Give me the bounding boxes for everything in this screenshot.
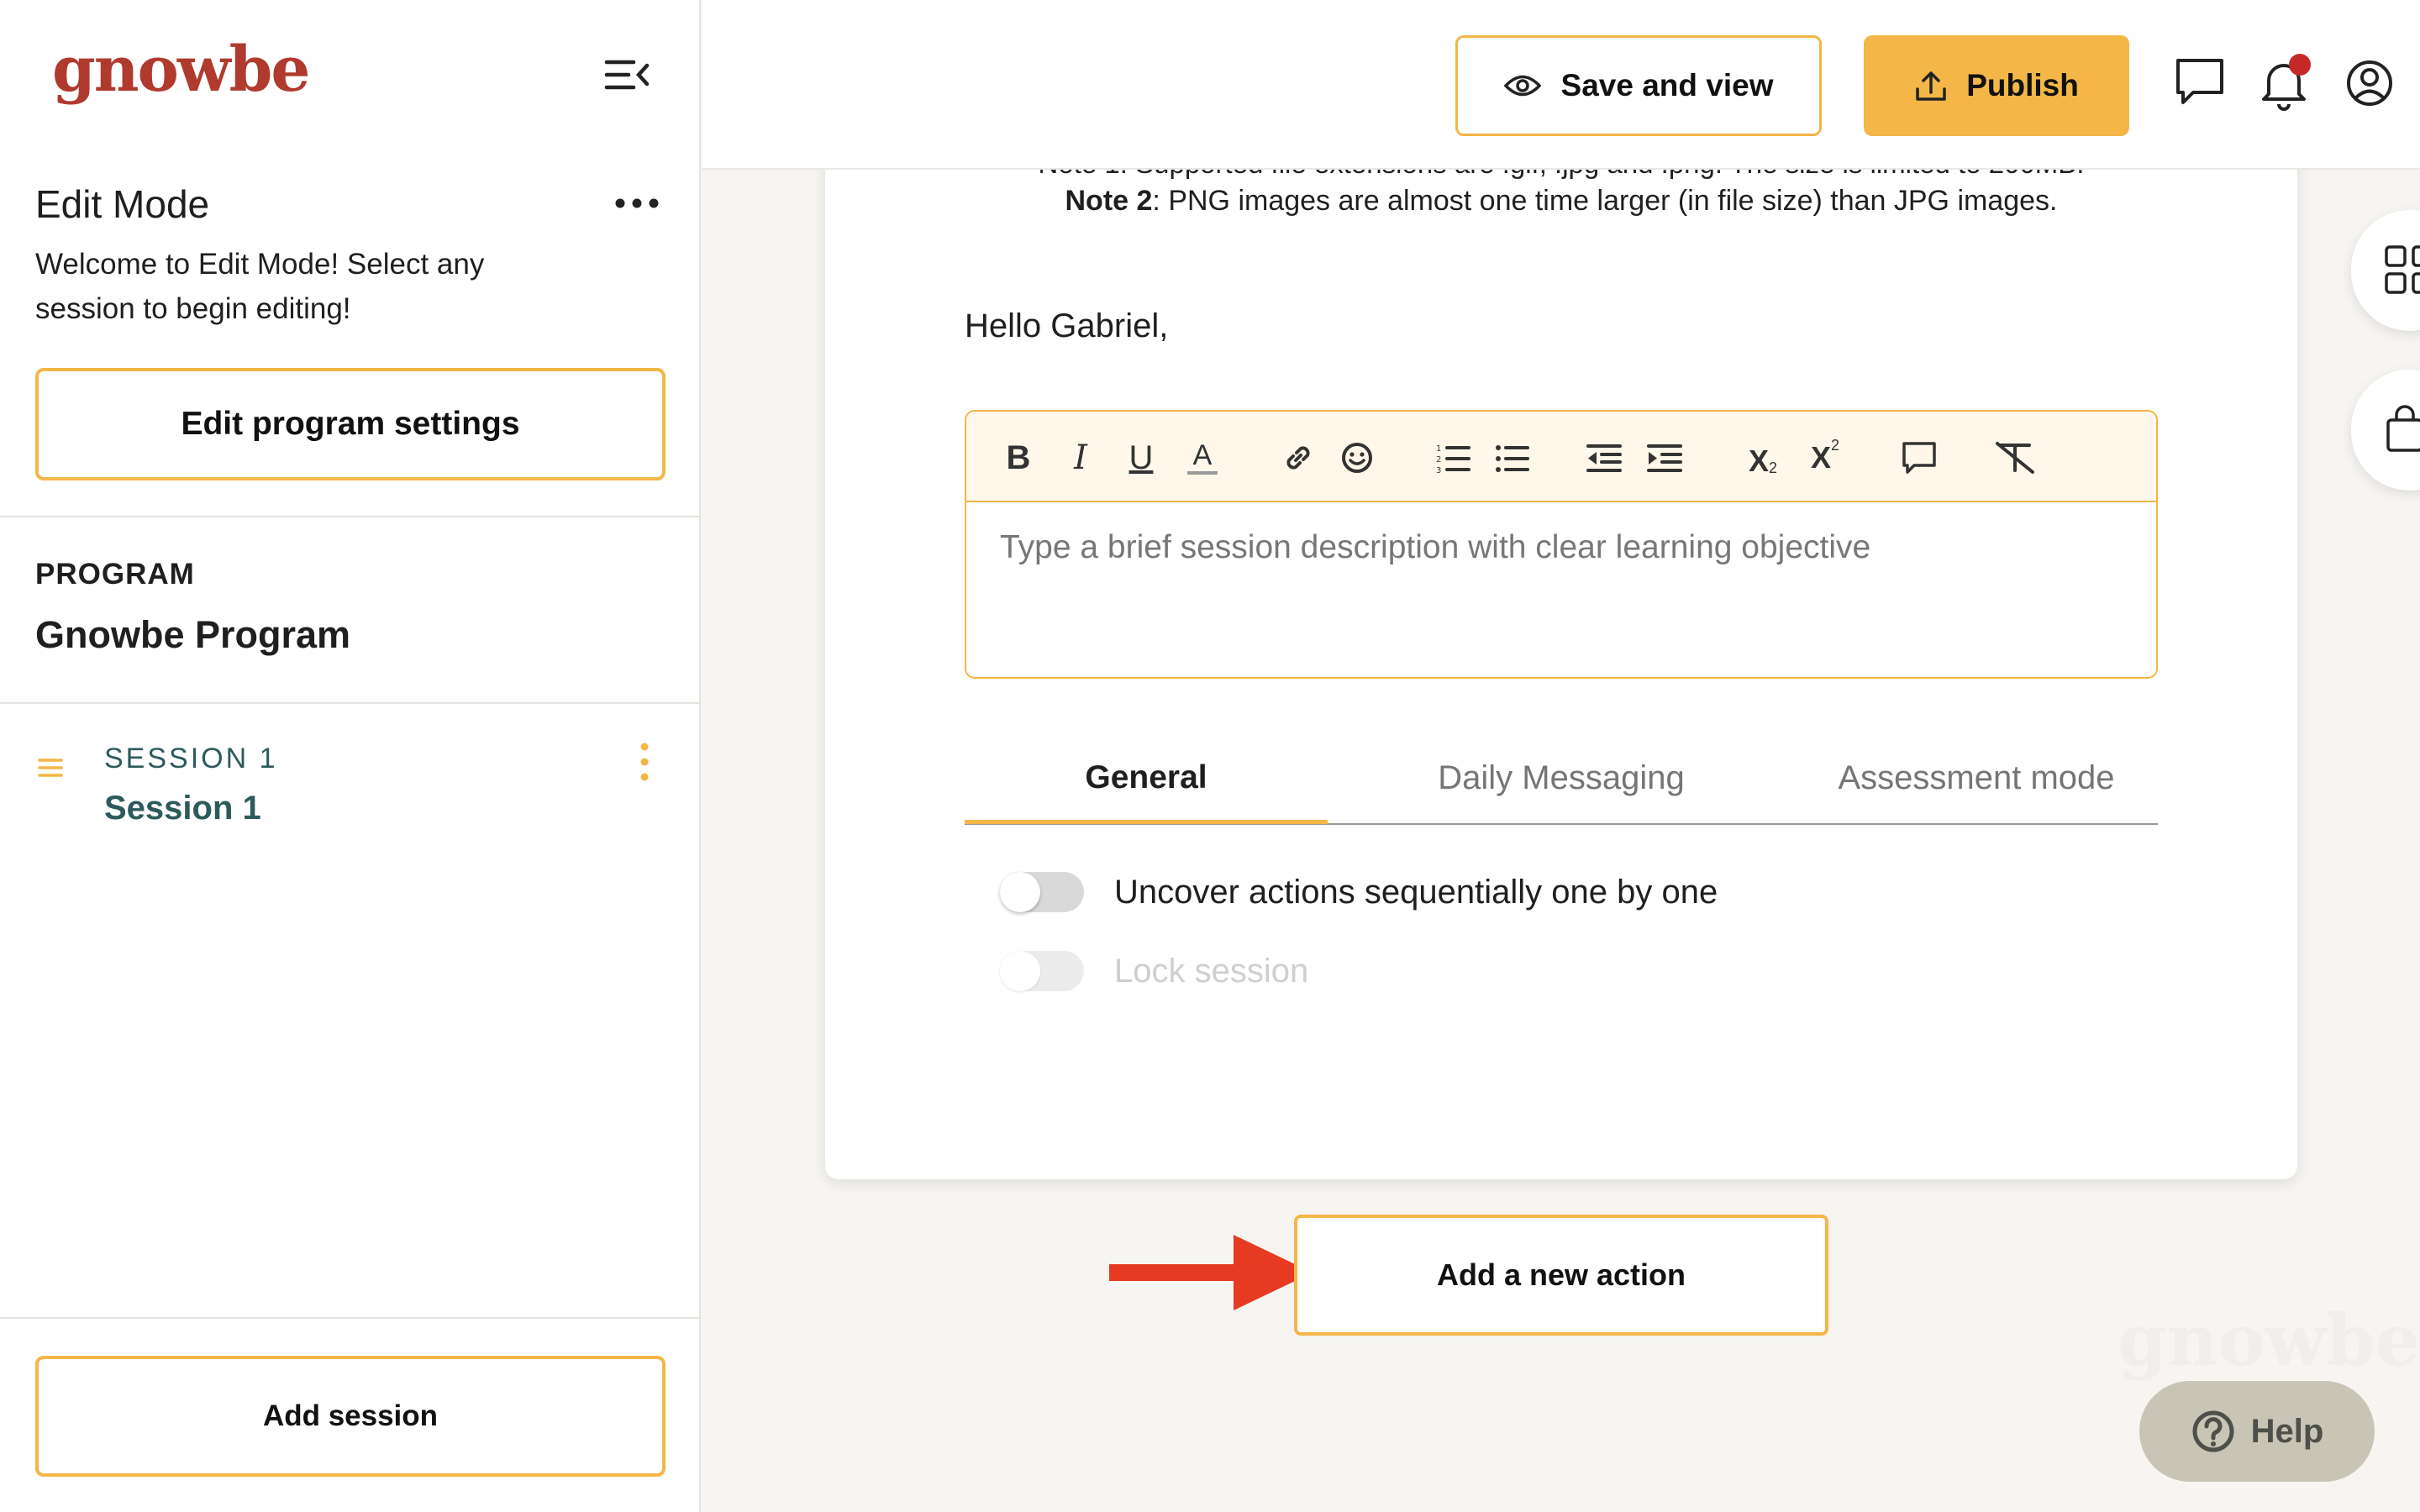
question-circle-icon [2192, 1410, 2234, 1452]
save-and-view-button[interactable]: Save and view [1455, 35, 1822, 136]
help-button[interactable]: Help [2139, 1381, 2375, 1482]
tab-daily-messaging[interactable]: Daily Messaging [1380, 731, 1743, 825]
gnowbe-watermark: gnowbe [2118, 1299, 2420, 1382]
welcome-text: Welcome to Edit Mode! Select any session… [35, 248, 485, 325]
bell-icon[interactable] [2257, 54, 2311, 113]
clear-formatting-icon[interactable] [1990, 437, 2040, 479]
settings-tabs: General Daily Messaging Assessment mode [965, 731, 2158, 825]
description-editor[interactable]: B I U A 123 X 2 X 2 Type a brief session… [965, 410, 2158, 679]
uncover-sequentially-toggle[interactable] [1000, 872, 1084, 912]
superscript-sup: 2 [1831, 437, 1840, 454]
sidebar: gnowbe Edit Mode Welcome to Edit Mode! S… [0, 0, 701, 1512]
help-label: Help [2250, 1412, 2324, 1450]
notification-dot [2289, 54, 2311, 76]
svg-text:1: 1 [1436, 444, 1441, 454]
note-2-text: Note 2: PNG images are almost one time l… [825, 185, 2297, 218]
comment-icon[interactable] [1897, 437, 1941, 479]
italic-button[interactable]: I [1064, 437, 1097, 479]
chat-icon[interactable] [2173, 54, 2227, 113]
editor-placeholder: Type a brief session description with cl… [1000, 529, 1871, 565]
divider [0, 1317, 699, 1319]
edit-program-settings-button[interactable]: Edit program settings [35, 368, 666, 480]
bullet-list-icon[interactable] [1491, 437, 1533, 479]
session-more-options-icon[interactable] [632, 741, 657, 783]
svg-text:3: 3 [1436, 466, 1441, 475]
subscript-button[interactable]: X2 [1739, 437, 1786, 479]
indent-icon[interactable] [1644, 437, 1686, 479]
collapse-sidebar-icon[interactable] [603, 55, 650, 94]
more-horizontal-icon[interactable] [613, 186, 664, 220]
session-editor-card: Note 1: Supported file extensions are .g… [825, 126, 2297, 1179]
grid-icon [2385, 245, 2420, 294]
tab-general[interactable]: General [965, 731, 1328, 825]
superscript-button[interactable]: X2 [1802, 437, 1849, 479]
toggle-knob [1000, 872, 1040, 912]
font-color-button[interactable]: A [1183, 437, 1222, 479]
uncover-sequentially-label: Uncover actions sequentially one by one [1114, 874, 1718, 911]
ordered-list-icon[interactable]: 123 [1432, 437, 1474, 479]
apps-grid-button[interactable] [2351, 210, 2420, 331]
font-color-bar [1187, 471, 1218, 475]
gnowbe-logo[interactable]: gnowbe [52, 34, 310, 106]
subscript-sub: 2 [1769, 459, 1778, 476]
add-session-button[interactable]: Add session [35, 1356, 666, 1477]
superscript-base: X [1810, 440, 1831, 475]
publish-button[interactable]: Publish [1864, 35, 2129, 136]
lock-session-label: Lock session [1114, 953, 1309, 990]
user-account-icon[interactable] [2343, 54, 2396, 113]
greeting-text: Hello Gabriel, [965, 307, 1169, 344]
editor-toolbar: B I U A 123 X 2 X 2 [966, 412, 2156, 502]
svg-text:2: 2 [1436, 455, 1441, 465]
edit-mode-title: Edit Mode [35, 182, 210, 226]
program-name[interactable]: Gnowbe Program [35, 613, 350, 657]
link-icon[interactable] [1277, 437, 1319, 479]
eye-icon [1503, 75, 1541, 97]
save-and-view-label: Save and view [1560, 68, 1774, 102]
note-2-bold: Note 2 [1065, 185, 1153, 217]
active-tab-indicator [965, 820, 1328, 824]
emoji-icon[interactable] [1336, 437, 1378, 479]
lock-session-toggle [1000, 951, 1084, 991]
outdent-icon[interactable] [1583, 437, 1625, 479]
drag-handle-icon[interactable] [37, 756, 64, 780]
subscript-base: X [1748, 444, 1769, 478]
shopping-bag-icon [2386, 405, 2420, 452]
add-new-action-button[interactable]: Add a new action [1294, 1215, 1828, 1336]
toggle-knob [1000, 951, 1040, 991]
top-header: Save and view Publish [702, 0, 2420, 170]
divider [0, 702, 699, 704]
session-name[interactable]: Session 1 [104, 790, 261, 827]
bold-button[interactable]: B [1002, 437, 1035, 479]
font-color-icon: A [1192, 439, 1213, 471]
session-label: SESSION 1 [104, 743, 278, 774]
tab-assessment-mode[interactable]: Assessment mode [1795, 731, 2158, 825]
divider [0, 516, 699, 517]
underline-button[interactable]: U [1124, 437, 1158, 479]
note-2-body: : PNG images are almost one time larger … [1152, 185, 2058, 217]
red-arrow-icon [1109, 1235, 1313, 1310]
program-label: PROGRAM [35, 558, 195, 591]
upload-icon [1916, 71, 1946, 101]
shop-button[interactable] [2351, 370, 2420, 491]
publish-label: Publish [1966, 68, 2079, 102]
